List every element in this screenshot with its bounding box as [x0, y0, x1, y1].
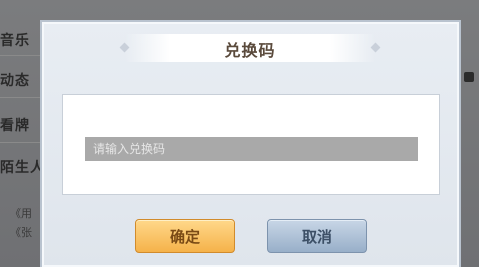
bg-menu-item-cards: 看牌 — [0, 118, 30, 134]
redeem-code-input[interactable] — [85, 137, 418, 161]
confirm-button[interactable]: 确定 — [135, 219, 235, 253]
dialog-title-banner: 兑换码 — [119, 34, 381, 62]
bg-footer-line: 《张 — [10, 226, 32, 239]
redeem-code-dialog: 兑换码 确定 取消 — [40, 20, 461, 267]
bg-divider — [0, 142, 40, 143]
bg-menu-item-music: 音乐 — [0, 33, 30, 49]
bg-divider — [0, 55, 40, 56]
bg-menu-item-strangers: 陌生人 — [0, 160, 45, 176]
dialog-title: 兑换码 — [224, 41, 276, 60]
bg-menu-item-feed: 动态 — [0, 73, 30, 89]
bg-divider — [0, 97, 40, 98]
code-input-panel — [62, 94, 440, 195]
bg-footer-line: 《用 — [10, 207, 32, 220]
bg-edge-icon — [464, 72, 474, 82]
cancel-button[interactable]: 取消 — [267, 219, 367, 253]
